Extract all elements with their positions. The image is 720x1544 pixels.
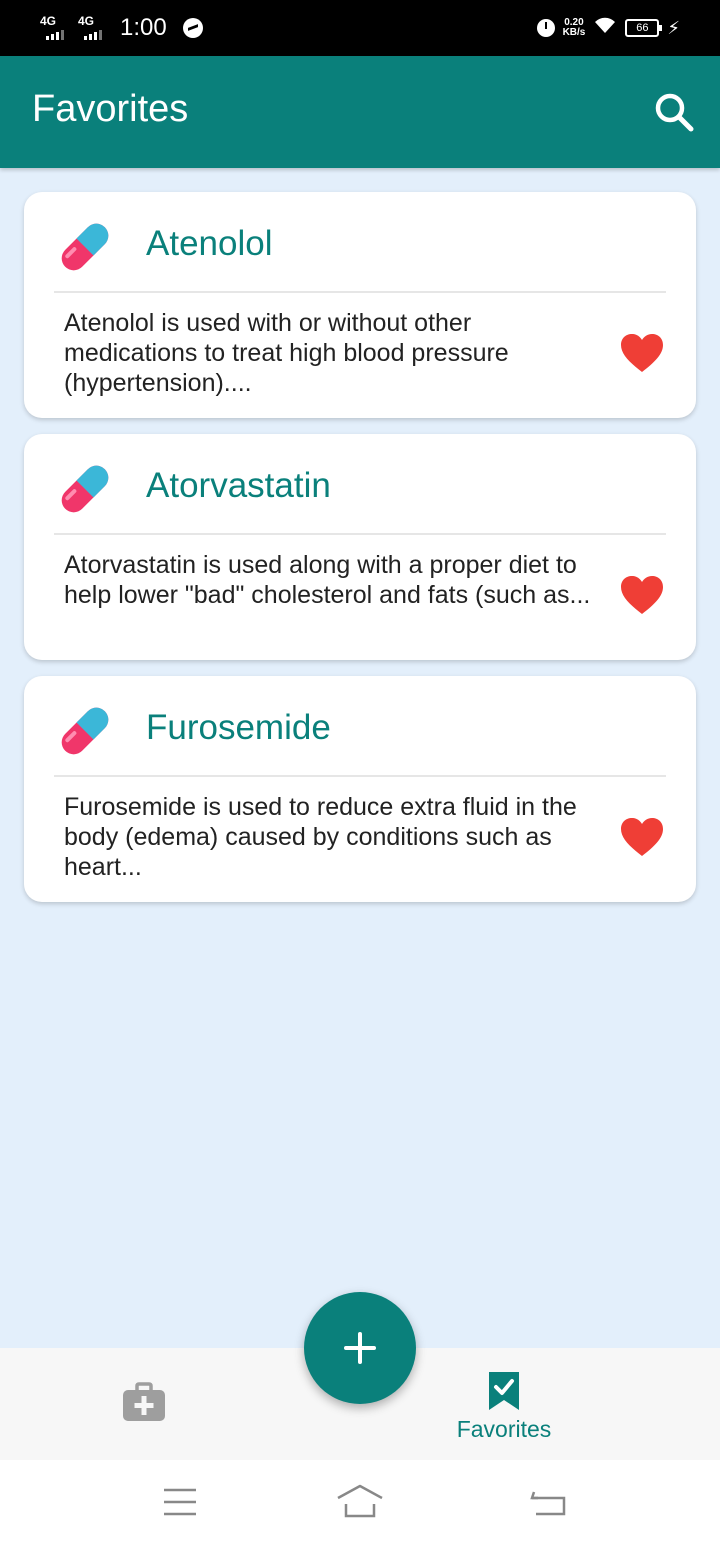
- medication-description: Atenolol is used with or without other m…: [64, 309, 509, 397]
- add-medication-button[interactable]: [304, 1292, 416, 1404]
- signal-icon: 4G: [40, 14, 70, 42]
- divider: [54, 533, 666, 535]
- nav-item-medications[interactable]: [80, 1348, 208, 1460]
- bookmark-check-icon: [489, 1372, 519, 1410]
- clock: 1:00: [120, 14, 167, 41]
- heart-icon[interactable]: [620, 574, 664, 616]
- menu-icon[interactable]: [162, 1482, 198, 1522]
- medication-name: Atenolol: [146, 224, 273, 263]
- search-icon: [655, 93, 694, 132]
- divider: [54, 775, 666, 777]
- heart-icon[interactable]: [620, 332, 664, 374]
- pill-icon: [61, 707, 109, 755]
- heart-icon[interactable]: [620, 816, 664, 858]
- medication-name: Atorvastatin: [146, 466, 331, 505]
- network-type: 4G: [78, 14, 95, 28]
- pill-icon: [61, 223, 109, 271]
- system-navigation-bar: [0, 1460, 720, 1544]
- medication-description: Furosemide is used to reduce extra fluid…: [64, 793, 577, 881]
- plus-icon: [344, 1332, 376, 1364]
- alarm-icon: [536, 19, 555, 37]
- page-title: Favorites: [32, 88, 189, 130]
- network-type: 4G: [40, 14, 57, 28]
- battery-icon: 66: [625, 19, 663, 37]
- messenger-icon: [182, 18, 203, 38]
- app-bar: Favorites: [0, 56, 720, 168]
- charging-icon: ⚡: [667, 17, 680, 38]
- home-icon[interactable]: [336, 1482, 384, 1522]
- search-button[interactable]: [650, 88, 698, 136]
- medication-card[interactable]: Furosemide Furosemide is used to reduce …: [24, 676, 696, 902]
- speed-unit: KB/s: [562, 27, 586, 38]
- signal-icon: 4G: [78, 14, 108, 42]
- back-icon[interactable]: [528, 1482, 568, 1522]
- medication-name: Furosemide: [146, 708, 331, 747]
- wifi-icon: [593, 15, 617, 41]
- status-bar: 4G 4G 1:00 0.20 KB/s 66 ⚡: [0, 0, 720, 56]
- nav-label-favorites: Favorites: [456, 1416, 552, 1442]
- medication-description: Atorvastatin is used along with a proper…: [64, 551, 591, 609]
- medical-kit-icon: [123, 1382, 165, 1421]
- network-speed: 0.20 KB/s: [563, 18, 586, 38]
- medication-card[interactable]: Atenolol Atenolol is used with or withou…: [24, 192, 696, 418]
- pill-icon: [61, 465, 109, 513]
- medication-card[interactable]: Atorvastatin Atorvastatin is used along …: [24, 434, 696, 660]
- divider: [54, 291, 666, 293]
- nav-item-favorites[interactable]: Favorites: [440, 1348, 568, 1460]
